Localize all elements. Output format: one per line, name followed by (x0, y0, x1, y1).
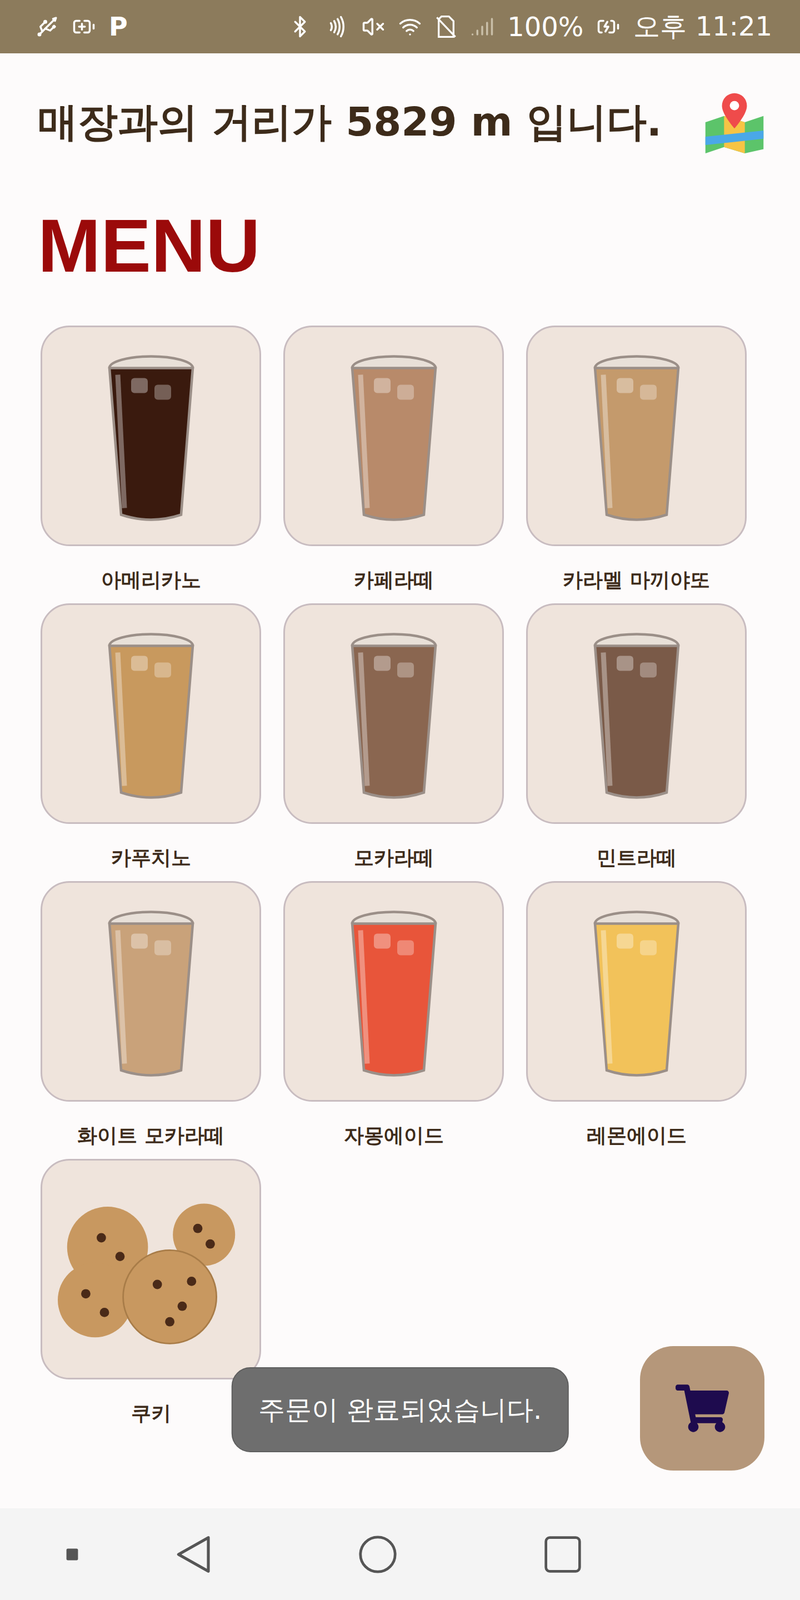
drink-icon (67, 341, 235, 530)
menu-item[interactable]: 카푸치노 (40, 603, 262, 871)
menu-item[interactable]: 카페라떼 (283, 325, 504, 593)
menu-grid: 아메리카노 카페라떼 카라멜 마끼야또카푸치노 모카라떼 민트라떼화이트 모카라떼 자몽에… (37, 325, 766, 1427)
header: 매장과의 거리가 5829 m 입니다. (37, 90, 766, 155)
drink-icon (553, 618, 720, 808)
menu-card[interactable] (526, 881, 747, 1102)
menu-label: 카푸치노 (111, 845, 192, 871)
content: 매장과의 거리가 5829 m 입니다. MENU 아메리카노 카페라떼 카라멜 마끼야… (0, 53, 800, 1509)
menu-label: 화이트 모카라떼 (77, 1122, 225, 1149)
menu-item[interactable]: 아메리카노 (40, 325, 262, 593)
toast: 주문이 완료되었습니다. (231, 1367, 569, 1453)
menu-card[interactable] (283, 881, 504, 1102)
menu-card[interactable] (40, 881, 262, 1102)
drink-icon (553, 896, 720, 1086)
back-icon[interactable] (173, 1533, 213, 1576)
drink-icon (310, 341, 478, 530)
recents-dot-icon[interactable] (65, 1547, 80, 1562)
menu-card[interactable] (283, 325, 504, 547)
menu-label: 아메리카노 (101, 567, 202, 593)
navigation-bar (0, 1508, 800, 1600)
menu-card[interactable] (40, 325, 262, 547)
menu-label: 민트라떼 (596, 845, 677, 871)
app-screen: P 100% 오후 11:21 매장과의 거리가 5829 m 입니다. MENU 아메리… (0, 0, 800, 1600)
drink-icon (67, 618, 235, 808)
menu-title: MENU (37, 204, 766, 288)
menu-card[interactable] (40, 603, 262, 824)
bluetooth-icon (288, 15, 312, 39)
menu-label: 레몬에이드 (586, 1122, 687, 1149)
mute-icon (361, 15, 385, 39)
cart-button[interactable] (640, 1346, 765, 1471)
no-sim-icon (435, 14, 458, 39)
menu-label: 카페라떼 (353, 567, 434, 593)
nfc-icon (325, 15, 349, 39)
clock: 오후 11:21 (633, 8, 773, 45)
distance-text: 매장과의 거리가 5829 m 입니다. (37, 95, 662, 149)
cart-icon (675, 1381, 729, 1435)
drink-icon (67, 896, 235, 1086)
menu-card[interactable] (283, 603, 504, 824)
cookie-icon (48, 1191, 254, 1347)
status-bar: P 100% 오후 11:21 (0, 0, 800, 54)
drink-icon (310, 896, 478, 1086)
battery-level: 100% (507, 11, 584, 43)
menu-item[interactable]: 자몽에이드 (283, 881, 504, 1149)
battery-saver-icon (72, 15, 96, 39)
menu-card[interactable] (526, 603, 747, 824)
menu-card[interactable] (40, 1158, 262, 1380)
menu-card[interactable] (526, 325, 747, 547)
menu-label: 카라멜 마끼야또 (562, 567, 710, 593)
drink-icon (310, 618, 478, 808)
menu-label: 쿠키 (131, 1400, 172, 1427)
menu-label: 모카라떼 (353, 845, 434, 871)
battery-icon (596, 15, 620, 39)
wifi-icon (398, 15, 422, 39)
menu-label: 자몽에이드 (343, 1122, 444, 1149)
parking-badge: P (108, 11, 128, 42)
map-icon[interactable] (703, 91, 766, 154)
menu-item[interactable]: 모카라떼 (283, 603, 504, 871)
menu-item[interactable]: 레몬에이드 (526, 881, 747, 1149)
overview-icon[interactable] (543, 1535, 583, 1574)
menu-item[interactable]: 카라멜 마끼야또 (526, 325, 747, 593)
menu-item[interactable]: 쿠키 (40, 1158, 262, 1427)
usb-icon (35, 15, 59, 39)
menu-item[interactable]: 화이트 모카라떼 (40, 881, 262, 1149)
menu-item[interactable]: 민트라떼 (526, 603, 747, 871)
signal-icon (470, 15, 494, 39)
drink-icon (553, 341, 720, 530)
home-icon[interactable] (357, 1534, 398, 1575)
